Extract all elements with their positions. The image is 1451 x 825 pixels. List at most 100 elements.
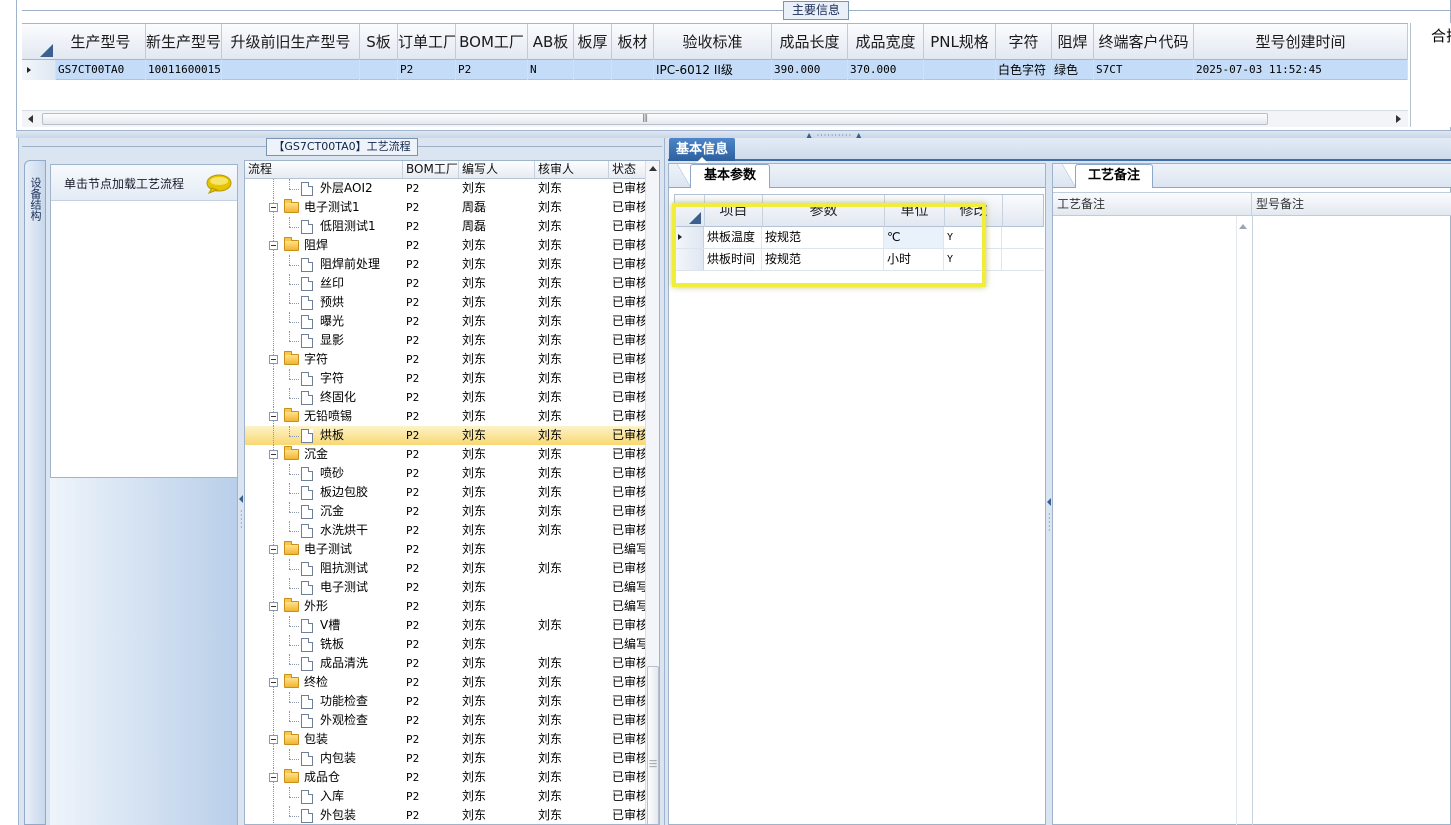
writer-cell[interactable]: 刘东 <box>462 369 532 388</box>
col-reviewer[interactable]: 核审人 <box>535 161 609 178</box>
collapse-icon[interactable] <box>269 241 278 250</box>
reviewer-cell[interactable]: 刘东 <box>538 445 608 464</box>
col-header-6[interactable]: AB板 <box>528 24 574 60</box>
cell-8[interactable] <box>614 60 654 80</box>
writer-cell[interactable]: 刘东 <box>462 673 532 692</box>
cell-14[interactable]: 绿色 <box>1054 60 1094 80</box>
tree-row[interactable]: 沉金 P2 刘东 刘东 已审核 <box>245 502 645 521</box>
reviewer-cell[interactable]: 刘东 <box>538 179 608 198</box>
tree-node-label[interactable]: 终检 <box>304 673 328 692</box>
tree-row[interactable]: 字符 P2 刘东 刘东 已审核 <box>245 350 645 369</box>
tree-row[interactable]: 字符 P2 刘东 刘东 已审核 <box>245 369 645 388</box>
reviewer-cell[interactable]: 刘东 <box>538 749 608 768</box>
tree-node-label[interactable]: 沉金 <box>304 445 328 464</box>
writer-cell[interactable]: 刘东 <box>462 654 532 673</box>
reviewer-cell[interactable]: 刘东 <box>538 711 608 730</box>
cell-9[interactable]: IPC-6012 II级 <box>656 60 772 80</box>
status-cell[interactable]: 已审核 <box>612 464 645 483</box>
col-header-2[interactable]: 升级前旧生产型号 <box>222 24 360 60</box>
tree-node-label[interactable]: 外观检查 <box>320 711 368 730</box>
tree-row[interactable]: 无铅喷锡 P2 刘东 刘东 已审核 <box>245 407 645 426</box>
writer-cell[interactable]: 刘东 <box>462 236 532 255</box>
col-header-8[interactable]: 板材 <box>612 24 654 60</box>
writer-cell[interactable]: 刘东 <box>462 578 532 597</box>
tab-process-remarks[interactable]: 工艺备注 <box>1075 164 1153 188</box>
tree-row[interactable]: 板边包胶 P2 刘东 刘东 已审核 <box>245 483 645 502</box>
reviewer-cell[interactable]: 刘东 <box>538 730 608 749</box>
tree-node-label[interactable]: 低阻测试1 <box>320 217 376 236</box>
status-cell[interactable]: 已审核 <box>612 350 645 369</box>
tree-node-label[interactable]: V槽 <box>320 616 340 635</box>
collapse-icon[interactable] <box>269 203 278 212</box>
tree-row[interactable]: 外形 P2 刘东 已编写 <box>245 597 645 616</box>
speech-bubble-icon[interactable] <box>206 174 232 194</box>
vscroll-thumb[interactable] <box>647 666 659 824</box>
reviewer-cell[interactable]: 刘东 <box>538 559 608 578</box>
reviewer-cell[interactable] <box>538 578 608 597</box>
col-header-14[interactable]: 阻焊 <box>1052 24 1094 60</box>
horizontal-splitter[interactable]: ▲ ·········· ▲ <box>16 130 1451 140</box>
reviewer-cell[interactable]: 刘东 <box>538 217 608 236</box>
bom-factory-cell[interactable]: P2 <box>406 331 458 350</box>
col-status[interactable]: 状态 <box>609 161 645 178</box>
reviewer-cell[interactable]: 刘东 <box>538 787 608 806</box>
tree-node-label[interactable]: 电子测试 <box>320 578 368 597</box>
bom-factory-cell[interactable]: P2 <box>406 502 458 521</box>
status-cell[interactable]: 已审核 <box>612 711 645 730</box>
writer-cell[interactable]: 刘东 <box>462 730 532 749</box>
tree-node-label[interactable]: 铣板 <box>320 635 344 654</box>
status-cell[interactable]: 已审核 <box>612 255 645 274</box>
collapse-icon[interactable] <box>269 678 278 687</box>
collapse-icon[interactable] <box>269 450 278 459</box>
tree-node-label[interactable]: 板边包胶 <box>320 483 368 502</box>
tree-row[interactable]: 功能检查 P2 刘东 刘东 已审核 <box>245 692 645 711</box>
writer-cell[interactable]: 刘东 <box>462 806 532 824</box>
tree-node-label[interactable]: 喷砂 <box>320 464 344 483</box>
col-header-11[interactable]: 成品宽度 <box>848 24 924 60</box>
bom-factory-cell[interactable]: P2 <box>406 312 458 331</box>
scroll-left-icon[interactable] <box>28 115 33 123</box>
tree-row[interactable]: 终固化 P2 刘东 刘东 已审核 <box>245 388 645 407</box>
collapse-left-icon[interactable] <box>1047 498 1051 506</box>
tab-basic-params[interactable]: 基本参数 <box>690 164 770 188</box>
tree-row[interactable]: 终检 P2 刘东 刘东 已审核 <box>245 673 645 692</box>
reviewer-cell[interactable]: 刘东 <box>538 293 608 312</box>
bom-factory-cell[interactable]: P2 <box>406 711 458 730</box>
reviewer-cell[interactable]: 刘东 <box>538 673 608 692</box>
tree-node-label[interactable]: 阻焊前处理 <box>320 255 380 274</box>
col-header-9[interactable]: 验收标准 <box>654 24 772 60</box>
tree-node-label[interactable]: 成品仓 <box>304 768 340 787</box>
reviewer-cell[interactable]: 刘东 <box>538 350 608 369</box>
status-cell[interactable]: 已审核 <box>612 787 645 806</box>
tree-row[interactable]: 阻焊 P2 刘东 刘东 已审核 <box>245 236 645 255</box>
bom-factory-cell[interactable]: P2 <box>406 787 458 806</box>
tree-node-label[interactable]: 成品清洗 <box>320 654 368 673</box>
cell-6[interactable]: N <box>530 60 574 80</box>
bom-factory-cell[interactable]: P2 <box>406 388 458 407</box>
grid-corner-icon[interactable] <box>40 44 53 57</box>
bom-factory-cell[interactable]: P2 <box>406 521 458 540</box>
status-cell[interactable]: 已审核 <box>612 654 645 673</box>
col-process-remark[interactable]: 工艺备注 <box>1053 193 1252 216</box>
writer-cell[interactable]: 刘东 <box>462 692 532 711</box>
bom-factory-cell[interactable]: P2 <box>406 559 458 578</box>
writer-cell[interactable]: 刘东 <box>462 521 532 540</box>
tree-node-label[interactable]: 终固化 <box>320 388 356 407</box>
status-cell[interactable]: 已编写 <box>612 635 645 654</box>
cell-11[interactable]: 370.000 <box>850 60 924 80</box>
side-tab-equipment[interactable]: 设备结构 <box>24 160 46 825</box>
status-cell[interactable]: 已审核 <box>612 331 645 350</box>
status-cell[interactable]: 已审核 <box>612 673 645 692</box>
cell-1[interactable]: 10011600015082 <box>148 60 222 80</box>
tree-node-label[interactable]: 字符 <box>320 369 344 388</box>
tree-row[interactable]: 低阻测试1 P2 周磊 刘东 已审核 <box>245 217 645 236</box>
status-cell[interactable]: 已审核 <box>612 559 645 578</box>
bom-factory-cell[interactable]: P2 <box>406 464 458 483</box>
status-cell[interactable]: 已审核 <box>612 198 645 217</box>
cell-10[interactable]: 390.000 <box>774 60 848 80</box>
col-header-15[interactable]: 终端客户代码 <box>1094 24 1194 60</box>
tree-node-label[interactable]: 阻抗测试 <box>320 559 368 578</box>
tree-vscrollbar[interactable]: — — — <box>645 161 659 824</box>
cell-2[interactable] <box>224 60 360 80</box>
bom-factory-cell[interactable]: P2 <box>406 749 458 768</box>
